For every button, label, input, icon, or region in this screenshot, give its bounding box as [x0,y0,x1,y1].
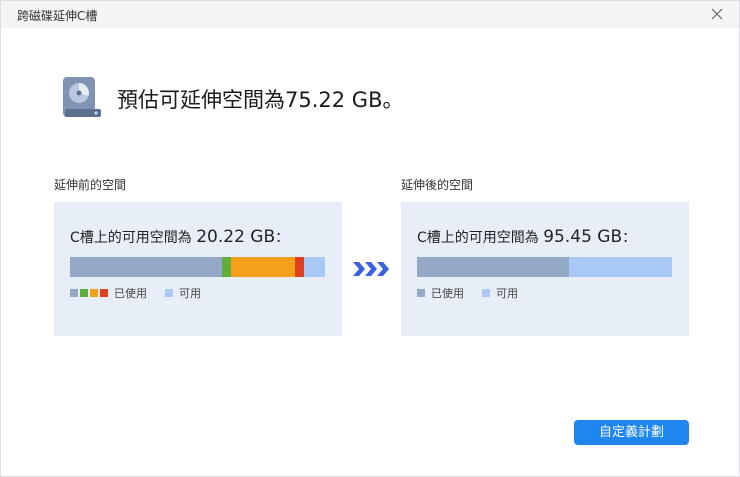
after-section-label: 延伸後的空間 [401,178,474,192]
before-usage-bar [70,257,325,277]
after-free-space-text: C槽上的可用空間為 95.45 GB： [417,227,636,247]
after-usage-bar [417,257,672,277]
after-free-value: 95.45 GB [543,227,623,247]
free-swatch [165,289,173,297]
after-legend: 已使用 可用 [417,285,518,301]
used-swatch [417,288,425,297]
after-panel: C槽上的可用空間為 95.45 GB： 已使用 可用 [401,202,689,336]
free-label: 可用 [179,287,201,300]
used-label: 已使用 [114,287,147,300]
window-title: 跨磁碟延伸C槽 [17,9,98,23]
used-swatch [80,288,88,297]
before-panel: C槽上的可用空間為 20.22 GB： 已使用 可用 [54,202,342,336]
custom-plan-button[interactable]: 自定義計劃 [574,420,689,445]
before-bar-segment [295,257,305,277]
before-free-space-text: C槽上的可用空間為 20.22 GB： [70,227,289,247]
before-free-prefix: C槽上的可用空間為 [70,230,197,246]
free-swatch [482,289,490,297]
after-free-prefix: C槽上的可用空間為 [417,230,544,246]
used-swatch [90,288,98,297]
before-section-label: 延伸前的空間 [54,178,127,192]
title-bar: 跨磁碟延伸C槽 [1,1,739,28]
free-label: 可用 [496,287,518,300]
used-swatches [70,287,110,300]
before-bar-segment [231,257,296,277]
disk-drive-icon [63,77,101,117]
estimate-headline: 預估可延伸空間為75.22 GB。 [117,88,404,112]
dialog-window: 跨磁碟延伸C槽 預估可延伸空間為75.22 GB。 延伸前的空間 延伸後的空間 … [0,0,740,477]
before-bar-segment [70,257,223,277]
before-free-suffix: ： [275,230,290,246]
after-free-suffix: ： [622,230,637,246]
used-swatch [100,288,108,297]
before-bar-segment [222,257,232,277]
close-icon[interactable] [709,6,725,22]
before-free-value: 20.22 GB [196,227,276,247]
forward-arrows-icon [353,262,389,276]
after-bar-segment [417,257,570,277]
used-swatch [70,288,78,297]
after-bar-segment [569,257,672,277]
before-legend: 已使用 可用 [70,285,201,301]
before-bar-segment [304,257,325,277]
used-label: 已使用 [431,287,464,300]
used-swatches [417,287,427,300]
